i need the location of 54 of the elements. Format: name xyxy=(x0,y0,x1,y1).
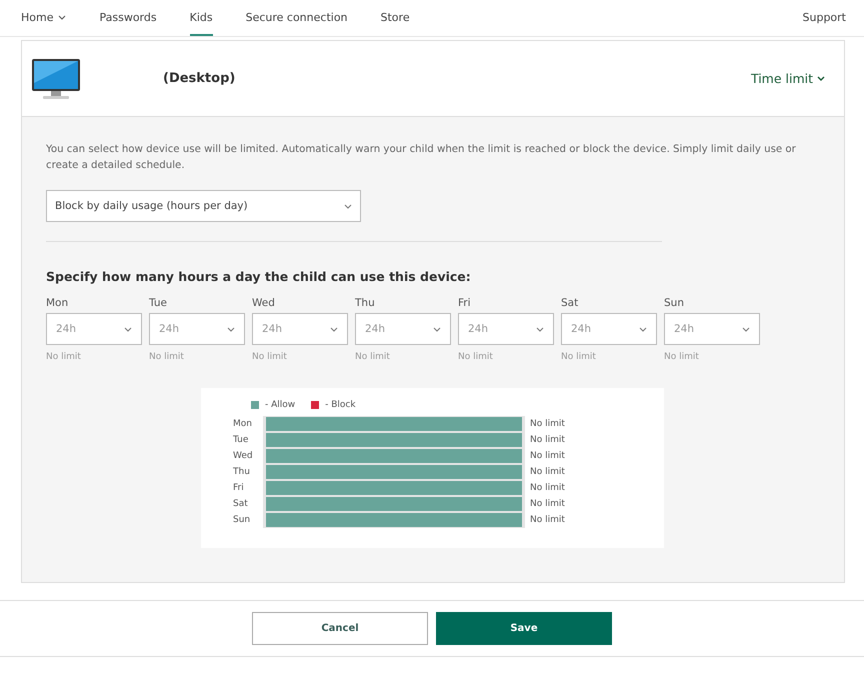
limit-reading: No limit xyxy=(530,483,565,493)
limit-note: No limit xyxy=(355,352,391,362)
limit-reading: No limit xyxy=(530,419,565,429)
save-button[interactable]: Save xyxy=(436,612,612,645)
chevron-icon xyxy=(817,76,825,81)
day-label: Thu xyxy=(232,467,251,477)
limit-reading: No limit xyxy=(530,451,565,461)
day-label: Mon xyxy=(46,297,70,309)
chevron-icon xyxy=(536,326,544,332)
day-label: Thu xyxy=(355,297,376,309)
day-label: Tue xyxy=(149,297,168,309)
day-label: Wed xyxy=(252,297,276,309)
limit-note: No limit xyxy=(561,352,597,362)
day-label: Wed xyxy=(232,451,254,461)
nav-tab[interactable]: Secure connection xyxy=(246,0,348,36)
limit-reading: No limit xyxy=(530,435,565,445)
limit-reading: No limit xyxy=(530,499,565,509)
nav-tab[interactable]: Passwords xyxy=(99,0,157,36)
chevron-icon xyxy=(124,326,132,332)
legend-label: - Allow xyxy=(265,400,296,410)
day-label: Fri xyxy=(458,297,472,309)
limit-reading: No limit xyxy=(530,515,565,525)
legend-label: - Block xyxy=(325,400,356,410)
description-text: You can select how device use will be limited. Automatically warn your child when the limit is reached or block the device. Simply limit daily use or create a detailed schedule. xyxy=(46,143,797,173)
chevron-icon xyxy=(742,326,750,332)
caret-icon xyxy=(58,14,66,20)
device-name: (Desktop) xyxy=(163,71,236,86)
chevron-icon xyxy=(639,326,647,332)
chevron-icon xyxy=(344,204,352,208)
cancel-button[interactable]: Cancel xyxy=(252,612,428,645)
chevron-icon xyxy=(227,326,235,332)
limit-note: No limit xyxy=(46,352,82,362)
day-label: Tue xyxy=(232,435,250,445)
limit-note: No limit xyxy=(458,352,494,362)
limit-reading: No limit xyxy=(530,467,565,477)
chevron-icon xyxy=(433,326,441,332)
day-label: Sun xyxy=(232,515,252,525)
day-label: Sun xyxy=(664,297,685,309)
limit-note: No limit xyxy=(149,352,185,362)
limit-note: No limit xyxy=(252,352,288,362)
limit-type-dropdown[interactable]: Block by daily usage (hours per day) xyxy=(46,190,361,222)
limit-note: No limit xyxy=(664,352,700,362)
section-heading: Specify how many hours a day the child can use this device: xyxy=(46,269,472,284)
monitor-icon xyxy=(31,58,81,100)
support-link[interactable]: Support xyxy=(802,0,846,36)
time-limit-dropdown[interactable]: Time limit xyxy=(750,71,825,86)
day-label: Sat xyxy=(232,499,249,509)
day-label: Fri xyxy=(232,483,245,493)
nav-tab[interactable]: Home xyxy=(21,0,66,36)
day-label: Mon xyxy=(232,419,253,429)
nav-tab[interactable]: Store xyxy=(380,0,410,36)
day-label: Sat xyxy=(561,297,580,309)
nav-tab[interactable]: Kids xyxy=(190,0,213,36)
chevron-icon xyxy=(330,326,338,332)
